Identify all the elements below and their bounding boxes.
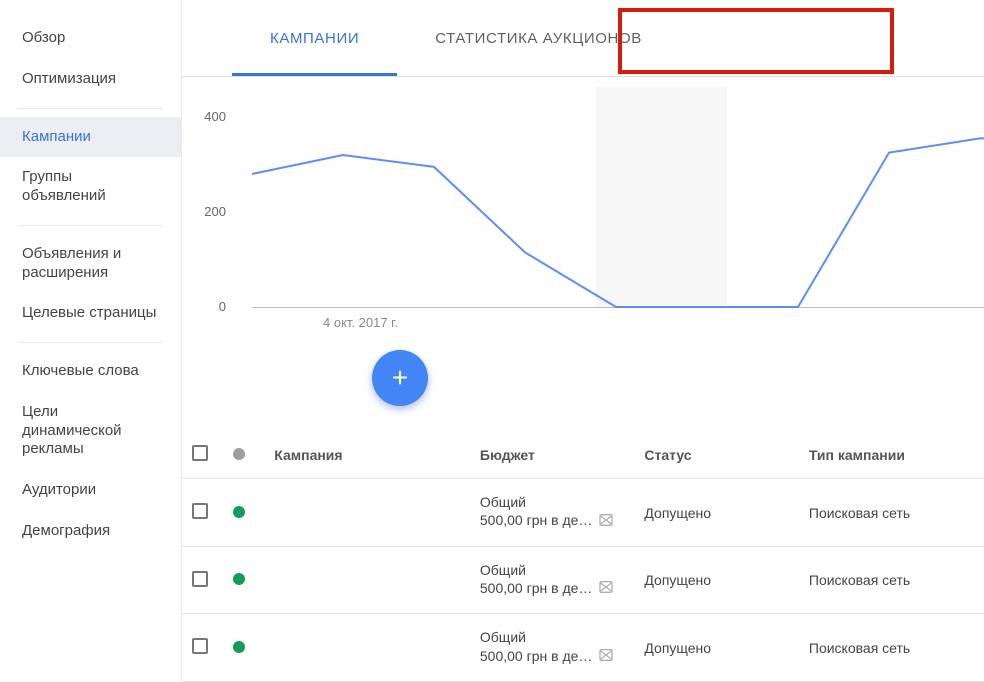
sidebar-item[interactable]: Демография [0, 511, 181, 552]
row-checkbox[interactable] [192, 638, 208, 654]
sidebar-item[interactable]: Оптимизация [0, 59, 181, 100]
cell-type: Поисковая сеть [799, 546, 984, 614]
header-budget[interactable]: Бюджет [470, 431, 635, 479]
cell-status: Допущено [634, 479, 799, 547]
cell-budget[interactable]: Общий500,00 грн в де… [470, 479, 635, 547]
cell-type: Поисковая сеть [799, 479, 984, 547]
cell-status: Допущено [634, 614, 799, 682]
shared-budget-icon [598, 647, 614, 667]
chart-x-label: 4 окт. 2017 г. [323, 315, 398, 330]
chart-ytick: 0 [182, 299, 242, 314]
sidebar-item[interactable]: Группы объявлений [0, 157, 181, 217]
add-campaign-fab[interactable]: + [372, 350, 428, 406]
header-type[interactable]: Тип кампании [799, 431, 984, 479]
row-checkbox[interactable] [192, 571, 208, 587]
campaigns-table-wrap: Кампания Бюджет Статус Тип кампании Общи… [182, 431, 984, 682]
chart-ytick: 400 [182, 109, 242, 124]
sidebar-item[interactable]: Ключевые слова [0, 351, 181, 392]
row-checkbox[interactable] [192, 503, 208, 519]
cell-status: Допущено [634, 546, 799, 614]
status-dot[interactable] [233, 506, 245, 518]
sidebar: ОбзорОптимизация КампанииГруппы объявлени… [0, 0, 182, 682]
cell-budget[interactable]: Общий500,00 грн в де… [470, 546, 635, 614]
header-status[interactable]: Статус [634, 431, 799, 479]
status-dot[interactable] [233, 573, 245, 585]
cell-campaign-name[interactable] [264, 479, 470, 547]
sidebar-divider [18, 342, 163, 343]
sidebar-item[interactable]: Цели динамической рекламы [0, 392, 181, 470]
status-dot-header [233, 448, 245, 460]
sidebar-item[interactable]: Целевые страницы [0, 293, 181, 334]
tabs-bar: КАМПАНИИСТАТИСТИКА АУКЦИОНОВ [182, 0, 984, 77]
plus-icon: + [392, 362, 408, 394]
sidebar-divider [18, 225, 163, 226]
cell-budget[interactable]: Общий500,00 грн в де… [470, 614, 635, 682]
main-content: КАМПАНИИСТАТИСТИКА АУКЦИОНОВ 0 200 400 4 ок… [182, 0, 984, 682]
table-header-row: Кампания Бюджет Статус Тип кампании [182, 431, 984, 479]
table-row: Общий500,00 грн в де…ДопущеноПоисковая с… [182, 479, 984, 547]
campaigns-table: Кампания Бюджет Статус Тип кампании Общи… [182, 431, 984, 682]
cell-campaign-name[interactable] [264, 546, 470, 614]
shared-budget-icon [598, 579, 614, 599]
table-row: Общий500,00 грн в де…ДопущеноПоисковая с… [182, 546, 984, 614]
chart-ytick: 200 [182, 204, 242, 219]
sidebar-item[interactable]: Кампании [0, 117, 181, 158]
cell-type: Поисковая сеть [799, 614, 984, 682]
chart-area: 0 200 400 4 окт. 2017 г. [182, 77, 984, 361]
status-dot[interactable] [233, 641, 245, 653]
cell-campaign-name[interactable] [264, 614, 470, 682]
tab[interactable]: КАМПАНИИ [232, 0, 397, 76]
sidebar-divider [18, 108, 163, 109]
shared-budget-icon [598, 512, 614, 532]
table-row: Общий500,00 грн в де…ДопущеноПоисковая с… [182, 614, 984, 682]
chart-line [252, 117, 984, 309]
sidebar-item[interactable]: Обзор [0, 18, 181, 59]
sidebar-item[interactable]: Аудитории [0, 470, 181, 511]
tab[interactable]: СТАТИСТИКА АУКЦИОНОВ [397, 0, 680, 76]
select-all-checkbox[interactable] [192, 445, 208, 461]
sidebar-item[interactable]: Объявления и расширения [0, 234, 181, 294]
header-campaign[interactable]: Кампания [264, 431, 470, 479]
